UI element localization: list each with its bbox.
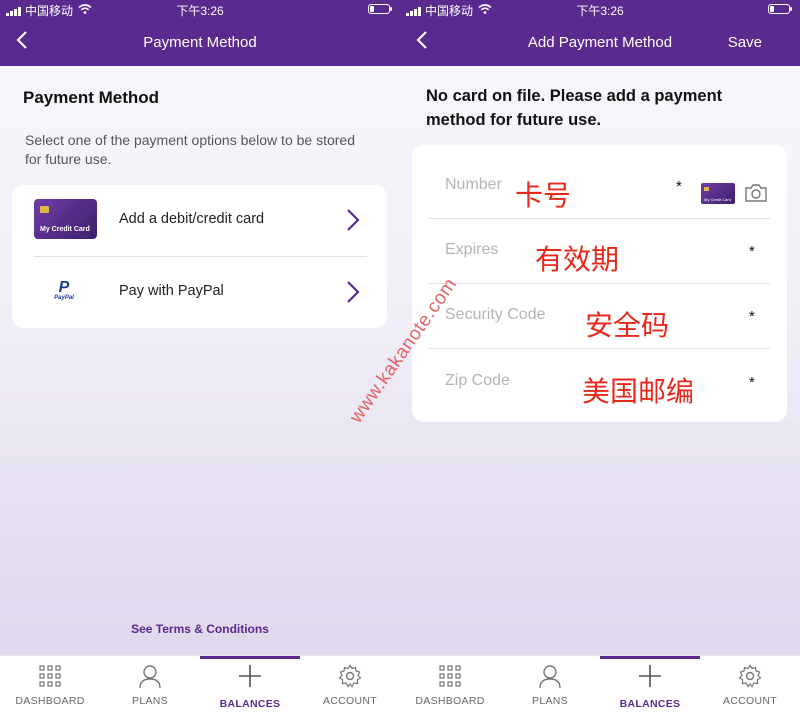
person-icon: [539, 665, 561, 688]
field-annotation: 美国邮编: [582, 375, 695, 408]
card-brand-icon: My Credit Card: [701, 183, 735, 204]
chevron-right-icon: [347, 281, 360, 303]
security-code-field[interactable]: Security Code 安全码 *: [412, 284, 787, 349]
field-placeholder: Zip Code: [445, 372, 510, 389]
tab-bar: DASHBOARD PLANS BALANCES ACCOUNT: [0, 655, 400, 712]
required-mark: *: [749, 374, 755, 391]
card-image-text: My Credit Card: [40, 226, 90, 233]
zip-code-field[interactable]: Zip Code 美国邮编 *: [412, 350, 787, 415]
tab-label: DASHBOARD: [15, 695, 85, 707]
tab-dashboard[interactable]: DASHBOARD: [400, 656, 500, 712]
plus-icon: [639, 665, 661, 687]
field-placeholder: Security Code: [445, 306, 546, 323]
card-form: Number 卡号 * My Credit Card Expires 有效期 *: [412, 145, 787, 422]
page-heading: Payment Method: [23, 88, 160, 107]
tab-label: DASHBOARD: [415, 695, 485, 707]
field-annotation: 安全码: [585, 309, 670, 342]
required-mark: *: [676, 178, 682, 195]
nav-bar: Add Payment Method Save: [400, 18, 800, 66]
payment-options-card: My Credit Card Add a debit/credit card P…: [12, 185, 387, 328]
page-heading: No card on file. Please add a payment me…: [426, 87, 723, 129]
status-time: 下午3:26: [176, 4, 224, 18]
grid-dots-icon: [439, 665, 461, 687]
plus-icon: [239, 665, 261, 687]
add-card-option[interactable]: My Credit Card Add a debit/credit card: [12, 185, 387, 255]
tab-plans[interactable]: PLANS: [100, 656, 200, 712]
divider: [428, 348, 770, 349]
tab-dashboard[interactable]: DASHBOARD: [0, 656, 100, 712]
app-comparison: 中国移动 下午3:26 Payment Method Payment Metho…: [0, 0, 800, 712]
option-label: Add a debit/credit card: [119, 211, 265, 227]
field-placeholder: Expires: [445, 241, 499, 258]
tab-label: BALANCES: [219, 698, 281, 710]
gear-icon: [338, 664, 362, 688]
tab-account[interactable]: ACCOUNT: [700, 656, 800, 712]
tab-bar: DASHBOARD PLANS BALANCES ACCOUNT: [400, 655, 800, 712]
nav-bar: Payment Method: [0, 18, 400, 66]
field-annotation: 有效期: [535, 243, 620, 276]
person-icon: [139, 665, 161, 688]
option-label: Pay with PayPal: [119, 283, 224, 299]
tab-label: BALANCES: [619, 698, 681, 710]
field-annotation: 卡号: [515, 179, 572, 212]
paypal-icon: P PayPal: [52, 280, 76, 305]
tab-balances[interactable]: BALANCES: [200, 656, 300, 712]
nav-title: Payment Method: [143, 34, 257, 51]
mini-card-text: My Credit Card: [704, 197, 731, 202]
field-placeholder: Number: [445, 176, 502, 193]
tab-label: ACCOUNT: [722, 695, 777, 707]
tab-balances[interactable]: BALANCES: [600, 656, 700, 712]
chevron-right-icon: [347, 209, 360, 231]
gear-icon: [738, 664, 762, 688]
tab-label: PLANS: [532, 695, 568, 707]
battery-icon: [768, 4, 792, 14]
payment-method-screen: 中国移动 下午3:26 Payment Method Payment Metho…: [0, 0, 400, 712]
paypal-option[interactable]: P PayPal Pay with PayPal: [12, 257, 387, 327]
tab-label: PLANS: [132, 695, 168, 707]
required-mark: *: [749, 243, 755, 260]
tab-account[interactable]: ACCOUNT: [300, 656, 400, 712]
page-description: Select one of the payment options below …: [25, 132, 355, 167]
grid-dots-icon: [39, 665, 61, 687]
credit-card-icon: My Credit Card: [34, 199, 97, 239]
status-bar: 中国移动 下午3:26: [400, 0, 800, 18]
tab-label: ACCOUNT: [322, 695, 377, 707]
add-payment-method-screen: 中国移动 下午3:26 Add Payment Method Save No c…: [400, 0, 800, 712]
status-bar: 中国移动 下午3:26: [0, 0, 400, 18]
required-mark: *: [749, 308, 755, 325]
status-time: 下午3:26: [576, 4, 624, 18]
terms-link[interactable]: See Terms & Conditions: [0, 622, 400, 636]
expires-field[interactable]: Expires 有效期 *: [412, 219, 787, 284]
camera-icon[interactable]: [744, 183, 768, 203]
card-number-field[interactable]: Number 卡号 * My Credit Card: [412, 154, 787, 219]
paypal-icon-text: PayPal: [54, 295, 74, 301]
battery-icon: [368, 4, 392, 14]
save-button[interactable]: Save: [728, 34, 762, 51]
tab-plans[interactable]: PLANS: [500, 656, 600, 712]
